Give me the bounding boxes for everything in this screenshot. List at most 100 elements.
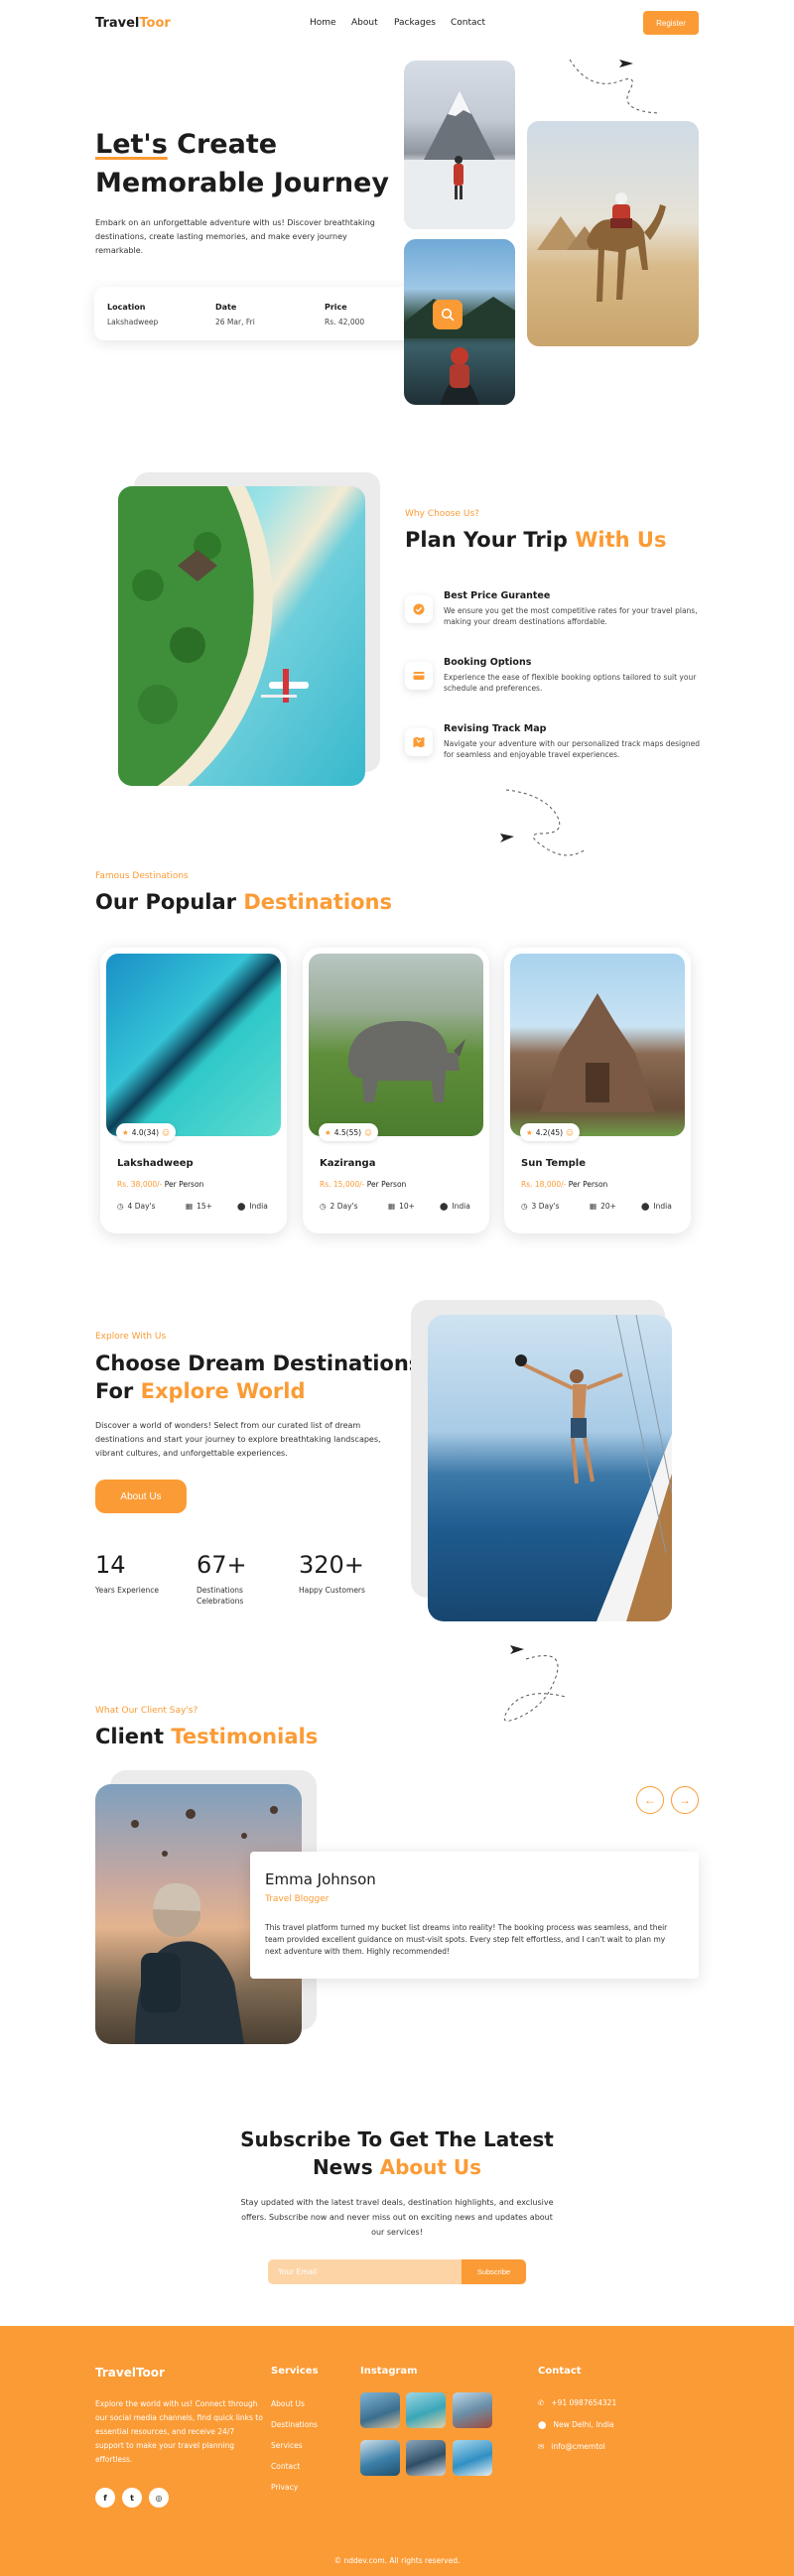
card-icon [413, 672, 425, 680]
nav-about[interactable]: About [351, 18, 378, 28]
clock-icon: ◷ [521, 1202, 528, 1211]
instagram-thumbnail[interactable] [453, 2392, 492, 2428]
footer-logo[interactable]: TravelToor [95, 2366, 165, 2380]
plane-icon [510, 1645, 524, 1654]
destination-image [309, 954, 483, 1136]
pin-icon: ⬤ [440, 1202, 449, 1211]
hero-camel-image [527, 121, 699, 346]
phone-value: +91 0987654321 [551, 2398, 617, 2407]
price-unit: Per Person [566, 1180, 608, 1189]
people-value: 10+ [399, 1202, 415, 1211]
stat-customers-label: Happy Customers [299, 1586, 365, 1595]
why-island-image [118, 486, 365, 786]
plane-icon [500, 834, 514, 842]
stat-destinations-label: Destinations Celebrations [197, 1586, 244, 1606]
nav-contact[interactable]: Contact [451, 18, 485, 28]
location-value[interactable]: Lakshadweep [107, 318, 158, 326]
location-value: India [249, 1202, 268, 1211]
search-button[interactable] [433, 300, 463, 329]
footer-description: Explore the world with us! Connect throu… [95, 2399, 263, 2464]
stat-destinations: 67+ [197, 1551, 247, 1579]
rating-value: 4.5(55) [333, 1127, 362, 1137]
destination-price: Rs. 38,000/- Per Person [117, 1180, 203, 1189]
duration-meta: ◷ 2 Day's [320, 1202, 357, 1211]
face-icon: ☺ [566, 1127, 574, 1137]
next-arrow-button[interactable]: → [671, 1786, 699, 1814]
group-icon: ▦ [388, 1202, 396, 1211]
logo-part-dark: Travel [95, 16, 140, 31]
why-subtitle: Why Choose Us? [405, 509, 479, 519]
email-value: info@cmemtol [551, 2442, 605, 2451]
register-button[interactable]: Register [643, 11, 699, 35]
footer-link-services[interactable]: Services [271, 2441, 303, 2450]
email-input[interactable] [268, 2259, 462, 2284]
stat-years: 14 [95, 1551, 126, 1579]
subscribe-form: Subscribe [268, 2259, 526, 2284]
date-label: Date [215, 303, 237, 312]
subscribe-button[interactable]: Subscribe [462, 2259, 526, 2284]
location-value: India [452, 1202, 470, 1211]
about-us-button[interactable]: About Us [95, 1480, 187, 1513]
people-value: 20+ [600, 1202, 616, 1211]
footer-link-contact[interactable]: Contact [271, 2462, 300, 2471]
destination-card-lakshadweep[interactable]: ★ 4.0(34) ☺ Lakshadweep Rs. 38,000/- Per P… [100, 948, 287, 1233]
logo[interactable]: TravelToor [95, 16, 171, 31]
feature-map-icon-box [405, 728, 433, 756]
instagram-thumbnail[interactable] [360, 2440, 400, 2476]
hero-title-underlined: Let's [95, 129, 168, 160]
duration-meta: ◷ 3 Day's [521, 1202, 559, 1211]
location-meta: ⬤ India [237, 1202, 268, 1211]
nav-packages[interactable]: Packages [394, 18, 436, 28]
plane-path-decoration [569, 59, 660, 114]
destination-card-sun-temple[interactable]: ★ 4.2(45) ☺ Sun Temple Rs. 18,000/- Per Pe… [504, 948, 691, 1233]
duration-value: 4 Day's [127, 1202, 156, 1211]
footer-link-destinations[interactable]: Destinations [271, 2420, 318, 2429]
feature-title: Revising Track Map [444, 723, 547, 734]
testimonial-quote: This travel platform turned my bucket li… [265, 1923, 668, 1956]
contact-heading: Contact [538, 2366, 582, 2377]
destination-image [510, 954, 685, 1136]
twitter-icon[interactable]: t [122, 2488, 142, 2508]
facebook-icon[interactable]: f [95, 2488, 115, 2508]
pin-icon: ⬤ [237, 1202, 246, 1211]
phone-icon: ✆ [538, 2398, 545, 2407]
logo-part-orange: Toor [139, 16, 171, 31]
destination-name: Lakshadweep [117, 1158, 194, 1169]
instagram-thumbnail[interactable] [360, 2392, 400, 2428]
services-heading: Services [271, 2366, 319, 2377]
why-title-dark: Plan Your Trip [405, 528, 576, 552]
plane-path-decoration [503, 1645, 567, 1722]
copyright: © nddev.com. All rights reserved. [333, 2556, 461, 2565]
search-icon [441, 308, 455, 322]
destinations-subtitle: Famous Destinations [95, 871, 189, 881]
nav-home[interactable]: Home [310, 18, 336, 28]
date-value[interactable]: 26 Mar, Fri [215, 318, 255, 326]
price-unit: Per Person [364, 1180, 407, 1189]
feature-price-icon-box [405, 595, 433, 623]
instagram-thumbnail[interactable] [406, 2440, 446, 2476]
footer-link-about[interactable]: About Us [271, 2399, 305, 2408]
feature-title: Best Price Gurantee [444, 590, 551, 601]
destination-image [106, 954, 281, 1136]
footer-link-privacy[interactable]: Privacy [271, 2483, 298, 2492]
contact-email[interactable]: ✉ info@cmemtol [538, 2442, 605, 2451]
people-value: 15+ [197, 1202, 212, 1211]
explore-title: Choose Dream Destinations For Explore Wo… [95, 1350, 421, 1405]
instagram-thumbnail[interactable] [453, 2440, 492, 2476]
feature-title: Booking Options [444, 657, 532, 668]
price-value[interactable]: Rs. 42,000 [325, 318, 364, 326]
rating-value: 4.2(45) [535, 1127, 564, 1137]
contact-phone[interactable]: ✆ +91 0987654321 [538, 2398, 616, 2407]
stat-years-label: Years Experience [95, 1586, 159, 1595]
destination-card-kaziranga[interactable]: ★ 4.5(55) ☺ Kaziranga Rs. 15,000/- Per Per… [303, 948, 489, 1233]
star-icon: ★ [122, 1127, 129, 1137]
instagram-thumbnail[interactable] [406, 2392, 446, 2428]
prev-arrow-button[interactable]: ← [636, 1786, 664, 1814]
price-amount: Rs. 38,000/- [117, 1180, 163, 1189]
instagram-icon[interactable]: ◎ [149, 2488, 169, 2508]
instagram-heading: Instagram [360, 2366, 418, 2377]
map-icon [413, 736, 425, 748]
hero-title-line2: Memorable Journey [95, 168, 389, 198]
price-unit: Per Person [162, 1180, 204, 1189]
clock-icon: ◷ [117, 1202, 124, 1211]
